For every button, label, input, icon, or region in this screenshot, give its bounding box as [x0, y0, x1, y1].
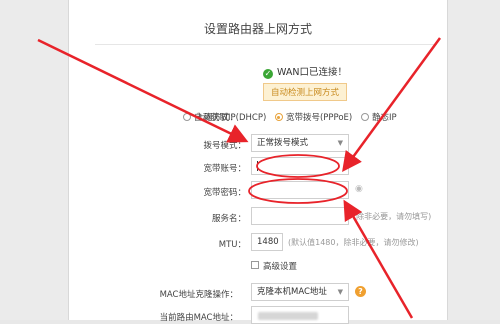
annotation-circle-account [256, 154, 340, 178]
annotation-arrow-dial-mode [37, 38, 249, 143]
annotation-arrow-account [342, 37, 442, 173]
annotation-circle-password [248, 178, 348, 204]
annotation-arrow-password [343, 199, 414, 319]
annotation-overlay [37, 37, 442, 319]
